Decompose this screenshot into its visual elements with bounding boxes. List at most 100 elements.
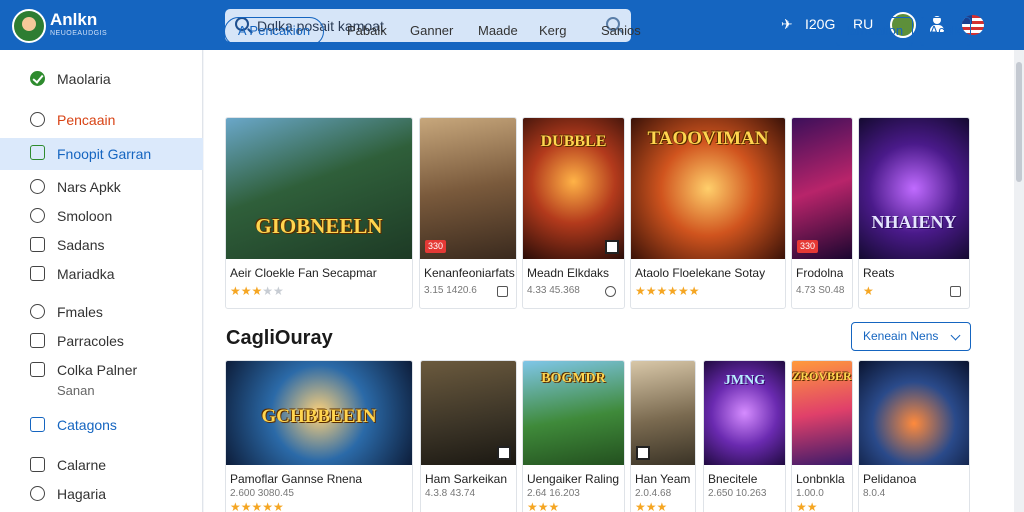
tab-active[interactable]: A Pencakion: [224, 17, 324, 46]
game-card[interactable]: Ham Sarkeikan 4.3.8 43.74: [420, 360, 517, 512]
star-rating: ★: [863, 284, 874, 298]
check-circle-icon: [30, 71, 45, 86]
tab-pabalk[interactable]: Pabalk: [347, 23, 387, 38]
sidebar-item-label: Parracoles: [57, 333, 124, 349]
card-meta: 2.64 16.203: [527, 488, 580, 499]
card-title: Reats: [863, 266, 895, 280]
info-icon: [30, 486, 45, 501]
sidebar-item-nars-apkk[interactable]: Nars Apkk: [0, 172, 203, 202]
card-meta: 8.0.4: [863, 488, 886, 499]
bookmark-icon[interactable]: [950, 286, 961, 297]
artwork-title: ZROVBER: [792, 369, 852, 383]
game-card[interactable]: 330 Frodolna 4.73 S0.48: [791, 117, 853, 309]
game-artwork: ZROVBER: [792, 361, 852, 465]
artwork-title: GCHBBEEIN: [261, 406, 377, 427]
game-artwork: JMNG: [704, 361, 785, 465]
tab-sanios[interactable]: Sanios: [601, 23, 641, 38]
refresh-icon[interactable]: [605, 286, 616, 297]
game-card[interactable]: GCHBBEEIN Pamoflar Gannse Rnena 2.600 30…: [225, 360, 413, 512]
sidebar-sub-label: Sanan: [57, 383, 95, 398]
sidebar-item-maolaria[interactable]: Maolaria: [0, 64, 203, 94]
tab-ganner[interactable]: Ganner: [410, 23, 453, 38]
card-title: Pelidanoa: [863, 472, 917, 486]
card-title: Lonbnkla: [796, 472, 845, 486]
sidebar-item-label: Hagaria: [57, 486, 107, 502]
app-logo[interactable]: [12, 9, 46, 43]
tab-kerg[interactable]: Kerg: [539, 23, 566, 38]
tray-icon: [30, 362, 45, 377]
sidebar-item-colka-palner[interactable]: Colka Palner: [0, 355, 203, 385]
box-icon: [30, 457, 45, 472]
game-card[interactable]: Han Yeam 2.0.4.68 ★★★: [630, 360, 696, 512]
sidebar-item-fmales[interactable]: Fmales: [0, 297, 203, 327]
dropdown-value: Keneain Nens: [863, 329, 939, 343]
card-meta: 2.0.4.68: [635, 488, 672, 499]
sidebar-item-label: Fmales: [57, 304, 103, 320]
chevron-down-icon: [950, 330, 961, 341]
star-rating: ★★★★★: [230, 500, 284, 512]
game-card[interactable]: NHAIENY Reats ★: [858, 117, 970, 309]
game-card[interactable]: DUBBLE Meadn Elkdaks 4.33 45.368: [522, 117, 625, 309]
secondary-button[interactable]: Acolk: [920, 17, 971, 46]
sidebar-item-hagaria[interactable]: Hagaria: [0, 479, 203, 509]
card-title: Frodolna: [796, 266, 844, 280]
file-icon: [30, 237, 45, 252]
sidebar-item-calarne[interactable]: Calarne: [0, 450, 203, 480]
card-title: Kenanfeoniarfats: [424, 266, 515, 280]
card-title: Aeir Cloekle Fan Secapmar: [230, 266, 377, 280]
bell-icon: [30, 208, 45, 223]
game-card[interactable]: ZROVBER Lonbnkla 1.00.0 ★★: [791, 360, 853, 512]
game-card[interactable]: 330 Kenanfeoniarfats 3.15 1420.6: [419, 117, 517, 309]
calendar-icon: [30, 333, 45, 348]
scrollbar[interactable]: [1014, 50, 1024, 512]
game-card[interactable]: JMNG Bnecitele 2.650 10.263: [703, 360, 786, 512]
sidebar-item-sadans[interactable]: Sadans: [0, 230, 203, 260]
app-title: Anlkn: [50, 10, 98, 29]
sidebar-item-parracoles[interactable]: Parracoles: [0, 326, 203, 356]
card-meta: 4.33 45.368: [527, 285, 580, 296]
card-meta: 2.600 3080.45: [230, 488, 294, 499]
game-artwork: TAOOVIMAN: [631, 118, 785, 259]
sidebar-item-smoloon[interactable]: Smoloon: [0, 201, 203, 231]
card-title: Ham Sarkeikan: [425, 472, 508, 486]
sort-dropdown[interactable]: Keneain Nens: [851, 322, 971, 351]
sidebar-item-pencaain[interactable]: Pencaain: [0, 105, 203, 135]
game-card[interactable]: TAOOVIMAN Ataolo Floelekane Sotay ★★★★★★: [630, 117, 786, 309]
price-badge: 330: [425, 240, 447, 253]
card-title: Uengaiker Raling: [527, 472, 620, 486]
scrollbar-thumb[interactable]: [1016, 62, 1022, 182]
game-card[interactable]: GIOBNEELN Aeir Cloekle Fan Secapmar ★★★★…: [225, 117, 413, 309]
game-artwork: 330: [420, 118, 516, 259]
qr-icon: [605, 240, 619, 254]
artwork-title: TAOOVIMAN: [647, 128, 769, 149]
card-meta: 1.00.0: [796, 488, 824, 499]
game-card[interactable]: BOGMDR Uengaiker Raling 2.64 16.203 ★★★: [522, 360, 625, 512]
artwork-title: JMNG: [723, 373, 766, 388]
search-icon[interactable]: [497, 286, 508, 297]
tab-maade[interactable]: Maade: [478, 23, 518, 38]
card-title: Pamoflar Gannse Rnena: [230, 472, 363, 486]
primary-button[interactable]: Iamoation: [836, 17, 913, 46]
grid-icon: [30, 417, 45, 432]
header-item-status[interactable]: I20G: [805, 16, 835, 32]
sidebar-item-label: Catagons: [57, 417, 117, 433]
sidebar-item-fnoopit-garran[interactable]: Fnoopit Garran: [0, 138, 203, 170]
card-meta: 3.15 1420.6: [424, 285, 477, 296]
plane-icon[interactable]: ✈: [781, 16, 793, 33]
section-title: CagliOuray: [226, 327, 333, 349]
star-rating: ★★: [796, 500, 818, 512]
artwork-title: NHAIENY: [871, 212, 957, 232]
card-title: Bnecitele: [708, 472, 758, 486]
artwork-title: GIOBNEELN: [255, 214, 383, 238]
price-badge: 330: [797, 240, 819, 253]
sidebar-item-label: Fnoopit Garran: [57, 146, 152, 162]
sidebar-item-label: Calarne: [57, 457, 107, 473]
sidebar-item-label: Mariadka: [57, 266, 115, 282]
card-title: Ataolo Floelekane Sotay: [635, 266, 766, 280]
game-artwork: BOGMDR: [523, 361, 624, 465]
sidebar-item-mariadka[interactable]: Mariadka: [0, 259, 203, 289]
sidebar-item-label: Sadans: [57, 237, 105, 253]
sidebar-item-catagons[interactable]: Catagons: [0, 410, 203, 440]
game-card[interactable]: Pelidanoa 8.0.4: [858, 360, 970, 512]
game-artwork: [421, 361, 516, 465]
